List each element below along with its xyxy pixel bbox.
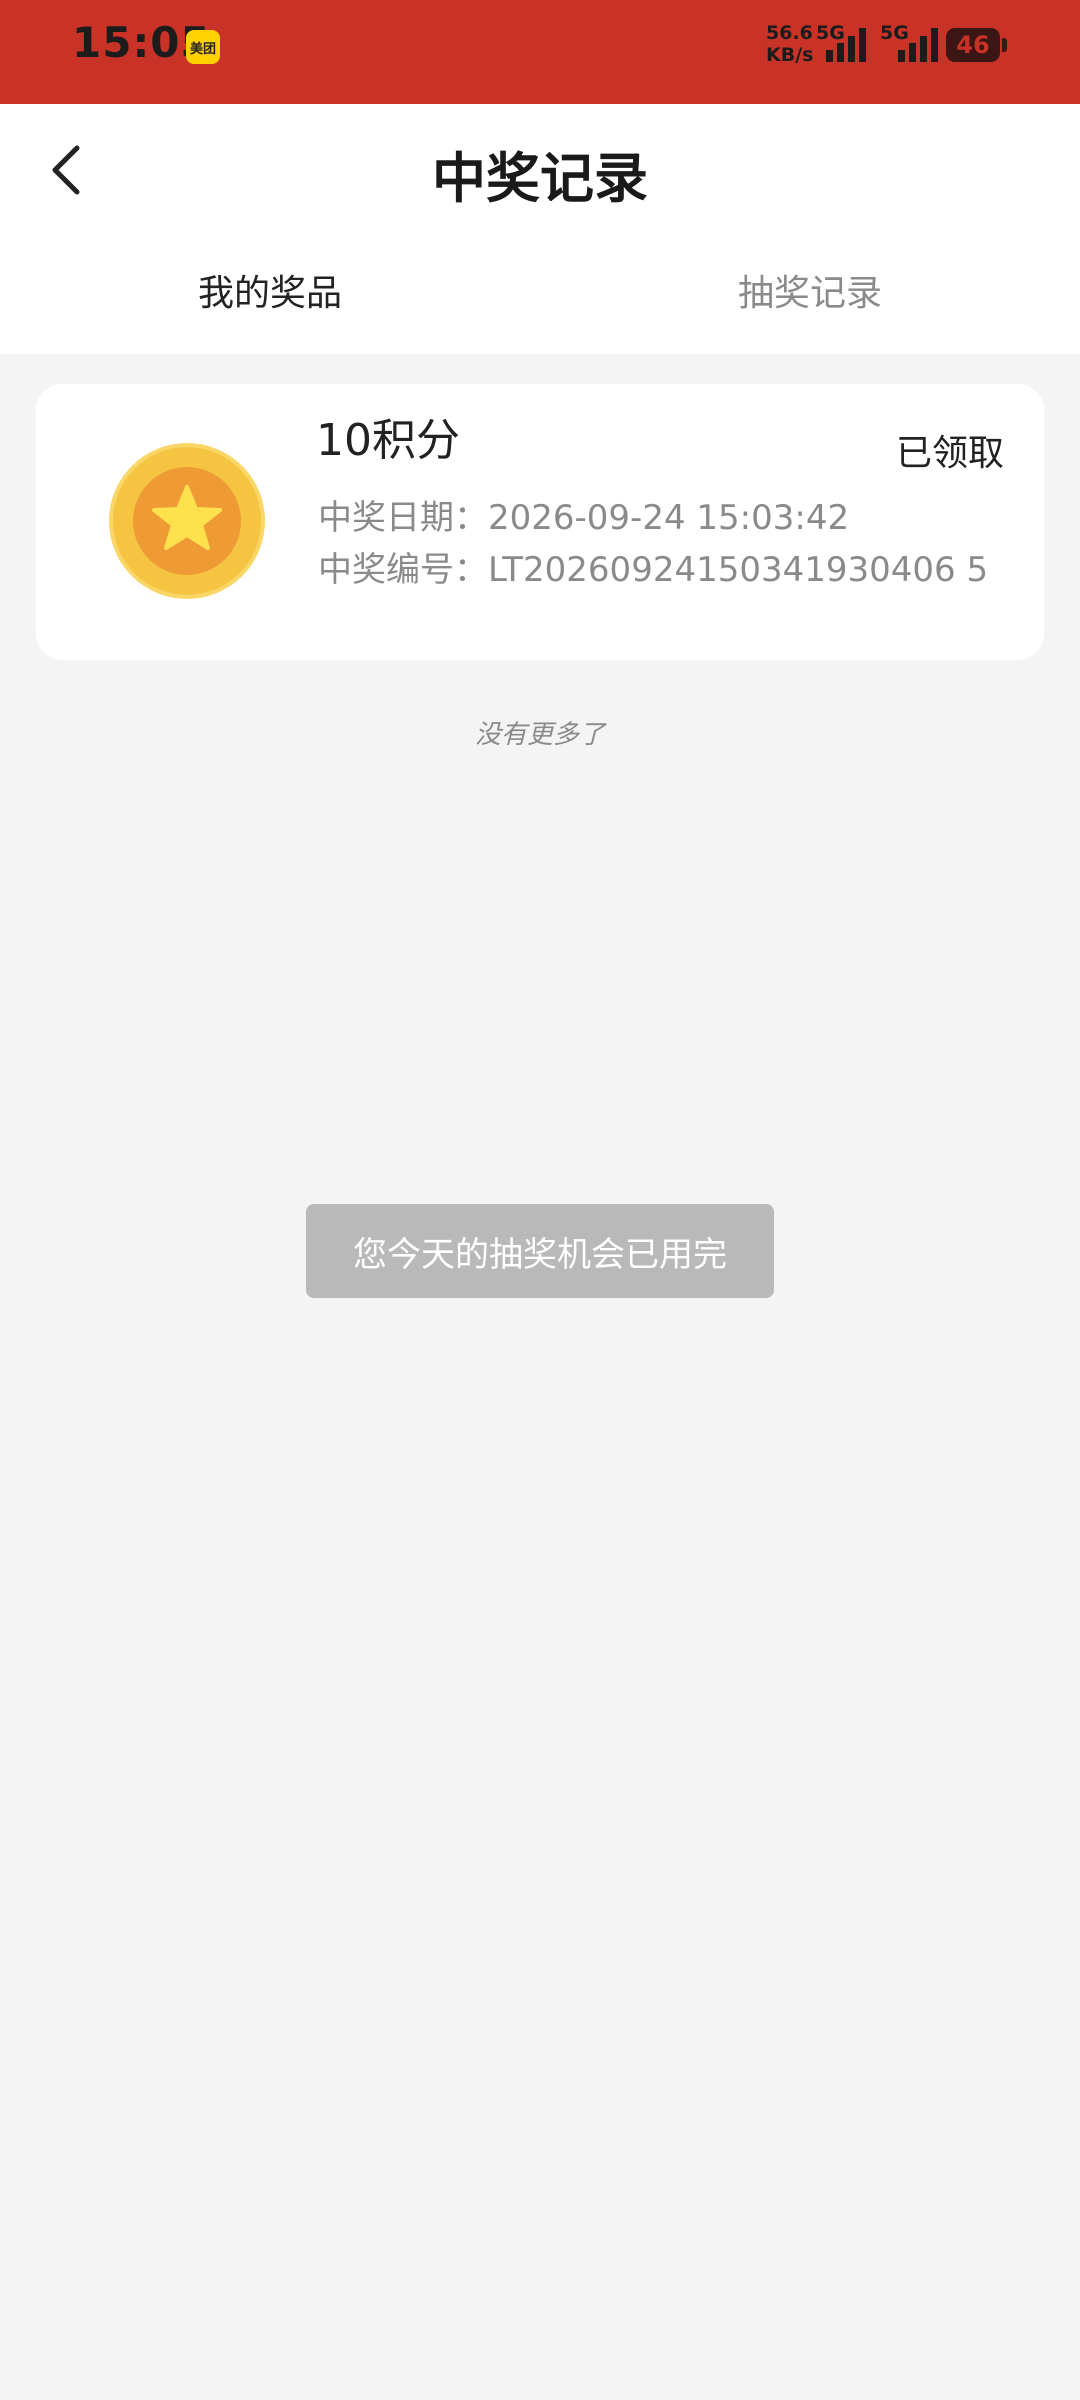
tab-draw-history[interactable]: 抽奖记录 [540, 264, 1080, 316]
network-speed-value: 56.6 [766, 22, 813, 44]
meituan-notification-icon: 美团 [186, 30, 220, 64]
signal-strength-icon-2 [898, 28, 938, 62]
prize-name: 10积分 [316, 415, 460, 466]
prize-status-badge: 已领取 [895, 433, 1004, 474]
prize-date-row: 中奖日期：2026-09-24 15:03:42 [318, 490, 849, 539]
network-speed-unit: KB/s [766, 44, 814, 66]
status-bar: 15:05 美团 56.6 KB/s 5G 5G 46 [0, 0, 1080, 104]
battery-tip [1002, 38, 1007, 52]
list-end-text: 没有更多了 [474, 720, 605, 750]
page-header: 中奖记录 我的奖品 抽奖记录 [0, 104, 1080, 354]
toast-text: 您今天的抽奖机会已用完 [353, 1234, 727, 1275]
battery-icon: 46 [946, 28, 1000, 62]
prize-image [82, 416, 292, 626]
network-speed: 56.6 KB/s [766, 22, 813, 66]
prize-code-row: 中奖编号：LT20260924150341930406 5 [318, 542, 988, 591]
toast-message: 您今天的抽奖机会已用完 [306, 1204, 774, 1298]
prize-card[interactable]: 10积分 已领取 中奖日期：2026-09-24 15:03:42 中奖编号：L… [36, 384, 1044, 660]
prize-code-label: 中奖编号： [318, 550, 488, 590]
prize-date-value: 2026-09-24 15:03:42 [488, 498, 850, 538]
prize-date-label: 中奖日期： [318, 498, 488, 538]
tab-my-prizes[interactable]: 我的奖品 [0, 264, 540, 316]
gold-star-coin-icon [109, 443, 265, 599]
battery-level: 46 [956, 31, 990, 59]
prize-code-value: LT20260924150341930406 5 [488, 550, 989, 590]
page-title: 中奖记录 [432, 147, 648, 210]
signal-strength-icon [826, 28, 866, 62]
